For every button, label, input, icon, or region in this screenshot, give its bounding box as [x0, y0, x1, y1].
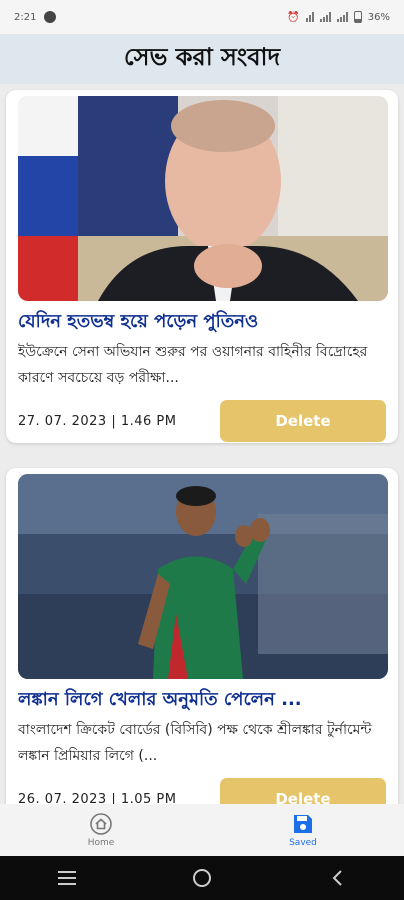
alarm-icon: ⏰	[287, 11, 300, 23]
menu-icon	[58, 871, 77, 885]
home-icon	[90, 812, 112, 835]
system-navigation-bar	[0, 856, 404, 900]
news-card[interactable]: লঙ্কান লিগে খেলার অনুমতি পেলেন ... বাংলা…	[6, 468, 398, 804]
delete-button[interactable]: Delete	[220, 778, 386, 804]
signal-icon	[319, 12, 331, 22]
status-time: 2:21	[14, 11, 37, 23]
news-card[interactable]: যেদিন হতভম্ব হয়ে পড়েন পুতিনও ইউক্রেনে …	[6, 90, 398, 443]
nav-saved[interactable]: Saved	[202, 804, 404, 856]
news-title[interactable]: লঙ্কান লিগে খেলার অনুমতি পেলেন ...	[18, 687, 386, 713]
delete-button[interactable]: Delete	[220, 400, 386, 442]
page-title: সেভ করা সংবাদ	[123, 43, 281, 71]
back-chevron-icon	[332, 870, 342, 886]
back-button[interactable]	[317, 863, 357, 893]
saved-news-list[interactable]: যেদিন হতভম্ব হয়ে পড়েন পুতিনও ইউক্রেনে …	[0, 84, 404, 804]
signal-icon-2	[336, 12, 348, 22]
app-header: সেভ করা সংবাদ	[0, 34, 404, 84]
recent-apps-button[interactable]	[47, 863, 87, 893]
nav-home[interactable]: Home	[0, 804, 202, 856]
notification-icon	[44, 11, 57, 23]
news-description: বাংলাদেশ ক্রিকেট বোর্ডের (বিসিবি) পক্ষ থ…	[18, 722, 372, 764]
wifi-icon	[305, 12, 314, 22]
news-title[interactable]: যেদিন হতভম্ব হয়ে পড়েন পুতিনও	[18, 309, 386, 335]
news-image	[18, 474, 388, 679]
news-image	[18, 96, 388, 301]
home-system-button[interactable]	[182, 863, 222, 893]
news-description: ইউক্রেনে সেনা অভিযান শুরুর পর ওয়াগনার ব…	[18, 344, 368, 386]
circle-icon	[192, 869, 211, 887]
bottom-navigation: Home Saved	[0, 804, 404, 856]
nav-saved-label: Saved	[289, 837, 317, 848]
nav-home-label: Home	[87, 837, 115, 848]
news-date: 26. 07. 2023 | 1.05 PM	[18, 791, 177, 805]
status-bar: 2:21 ⏰ 36%	[0, 0, 404, 34]
save-icon	[294, 814, 312, 833]
battery-icon	[353, 11, 362, 23]
news-date: 27. 07. 2023 | 1.46 PM	[18, 413, 177, 429]
battery-level: 36%	[367, 11, 390, 23]
